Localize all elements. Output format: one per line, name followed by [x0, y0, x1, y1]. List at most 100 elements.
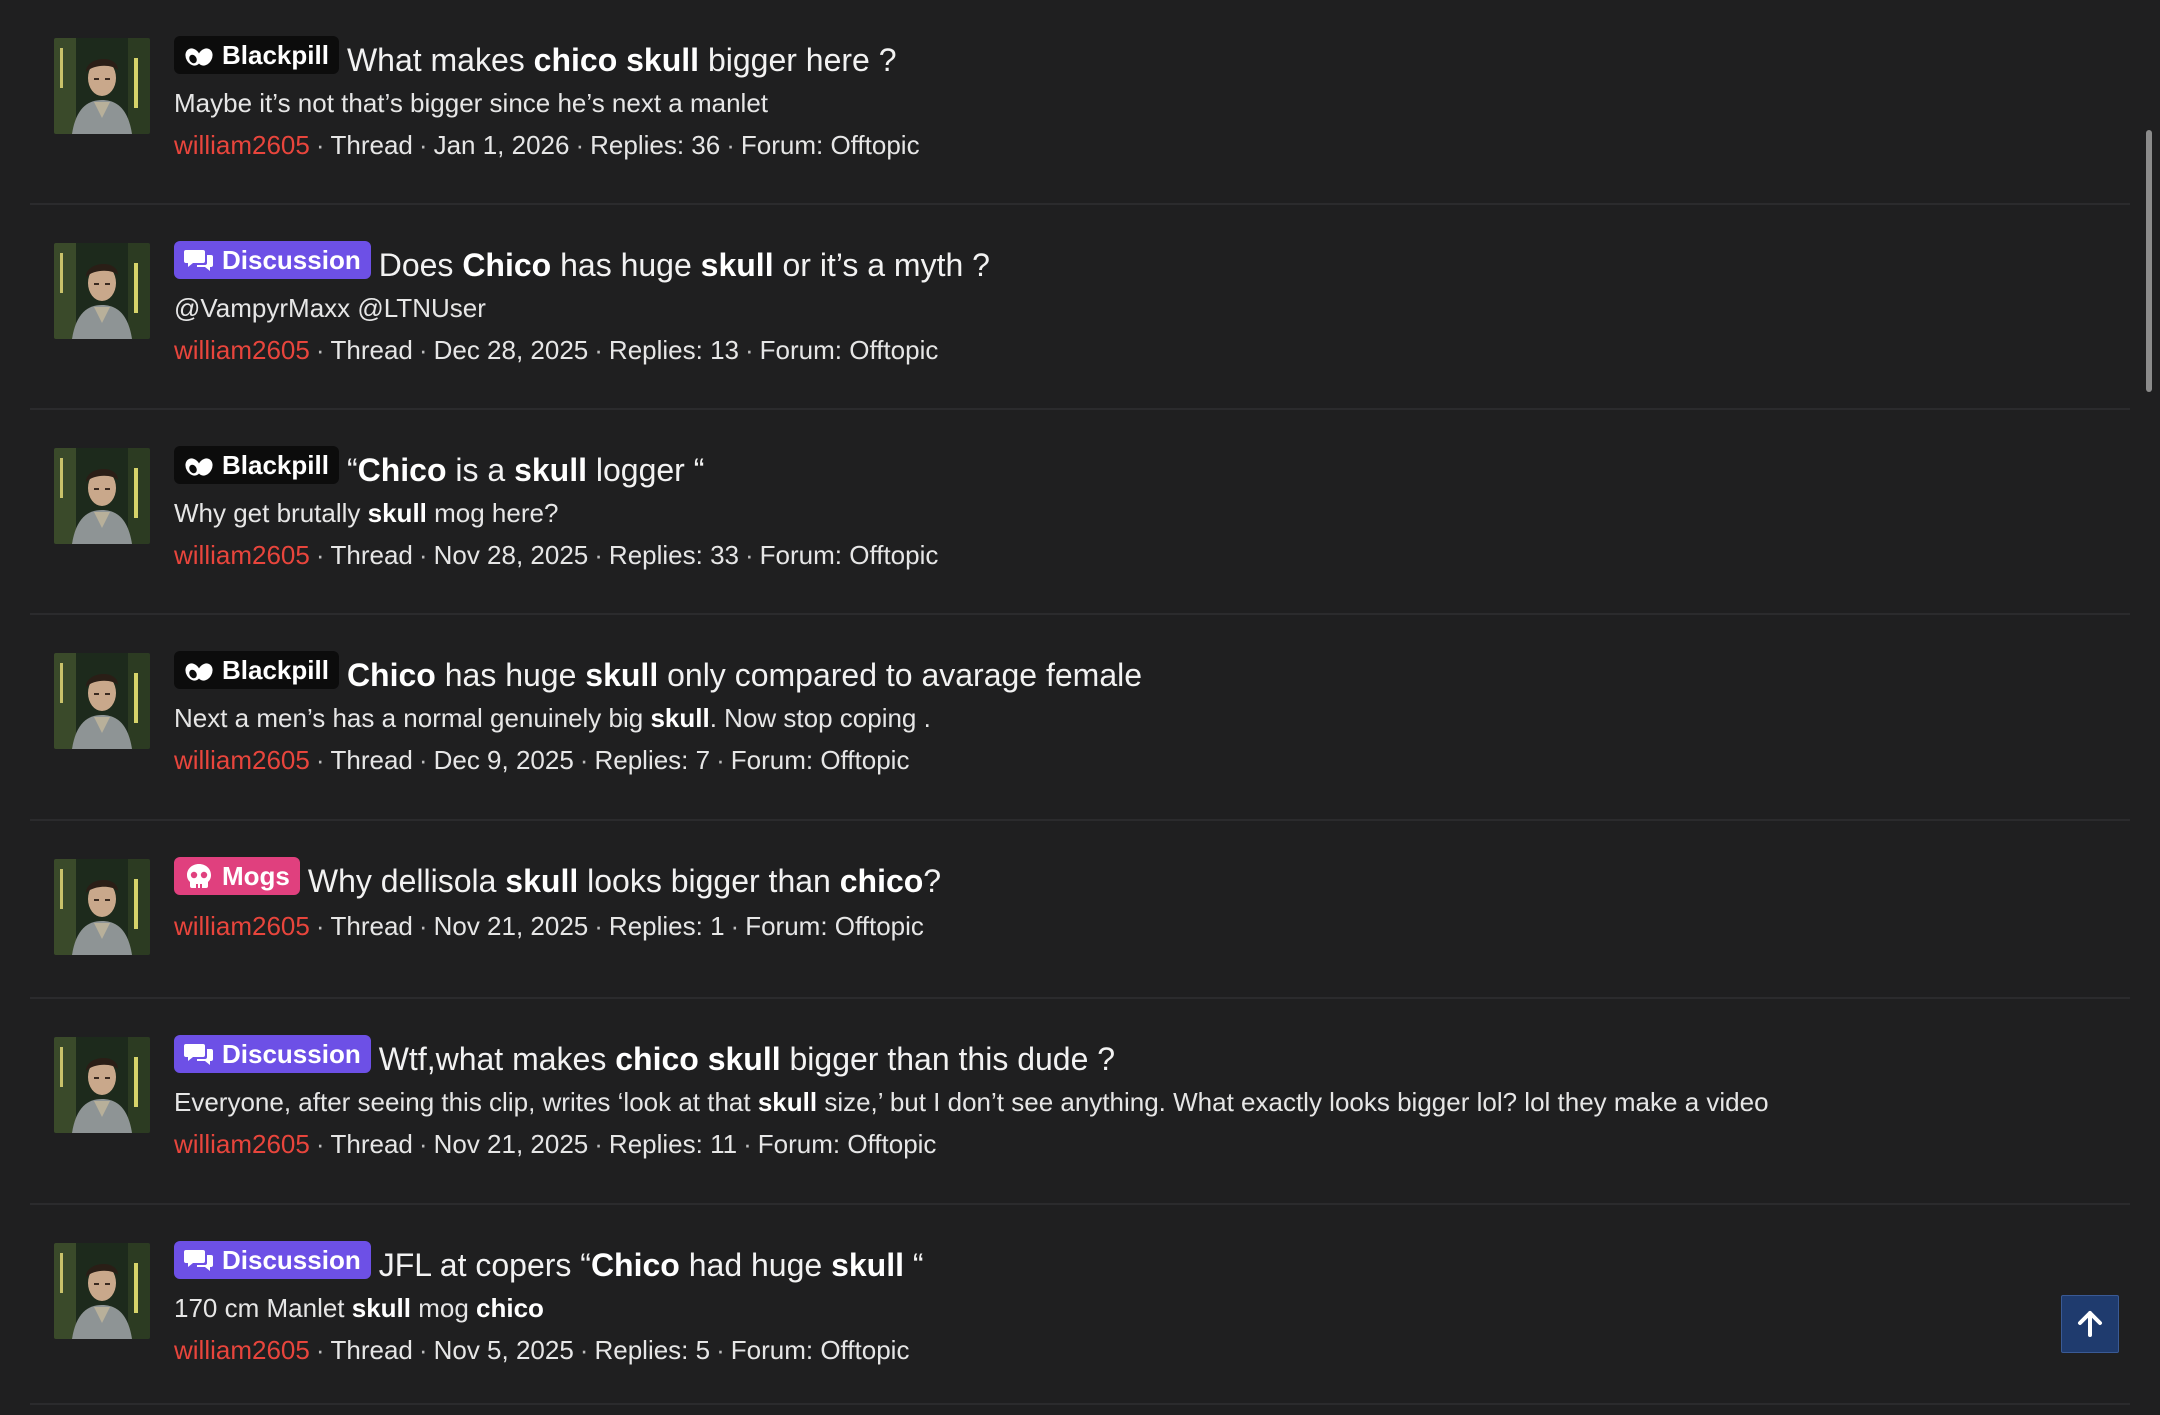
forum-link[interactable]: Forum: Offtopic [741, 130, 920, 160]
forum-link[interactable]: Forum: Offtopic [760, 540, 939, 570]
avatar[interactable] [54, 1243, 150, 1339]
scrollbar-thumb[interactable] [2146, 130, 2152, 392]
avatar[interactable] [54, 448, 150, 544]
result-meta: william2605 · Thread · Nov 21, 2025 · Replies:… [174, 1126, 2130, 1162]
meta-separator: · [594, 540, 603, 570]
title-text: Wtf,what makes [378, 1041, 616, 1077]
chat-icon [184, 1041, 214, 1067]
title-text: has huge [435, 657, 586, 693]
content-type: Thread [330, 540, 413, 570]
post-date: Nov 21, 2025 [433, 911, 589, 941]
chat-icon [184, 247, 214, 273]
meta-separator: · [418, 911, 428, 941]
search-result-item[interactable]: Blackpill “Chico is a skull logger “ Why g… [30, 410, 2130, 615]
post-date: Nov 28, 2025 [433, 540, 589, 570]
avatar[interactable] [54, 38, 150, 134]
snippet-text: Everyone, after seeing this clip, writes… [174, 1087, 758, 1117]
result-meta: william2605 · Thread · Nov 21, 2025 · Replies:… [174, 908, 2130, 944]
username-link[interactable]: william2605 [174, 1129, 310, 1159]
reply-count: Replies: 7 [594, 745, 711, 775]
title-text: bigger here ? [699, 42, 897, 78]
search-results-list: Blackpill What makes chico skull bigger h… [30, 0, 2130, 1405]
meta-separator: · [418, 745, 428, 775]
content-type: Thread [330, 1335, 413, 1365]
highlighted-term: skull [700, 247, 774, 283]
meta-separator: · [315, 130, 325, 160]
snippet-text: 170 cm Manlet [174, 1293, 352, 1323]
forum-link[interactable]: Forum: Offtopic [758, 1129, 937, 1159]
post-date: Nov 21, 2025 [433, 1129, 589, 1159]
forum-link[interactable]: Forum: Offtopic [731, 745, 910, 775]
arrow-up-icon [2078, 1311, 2102, 1337]
meta-separator: · [315, 745, 325, 775]
title-text: Does [378, 247, 463, 283]
prefix-badge-discussion[interactable]: Discussion [174, 241, 371, 279]
thread-title[interactable]: Discussion Wtf,what makes chico skull big… [174, 1035, 2130, 1080]
prefix-badge-label: Blackpill [222, 655, 329, 685]
prefix-badge-blackpill[interactable]: Blackpill [174, 36, 339, 74]
thread-title[interactable]: Blackpill Chico has huge skull only compa… [174, 651, 2130, 696]
avatar[interactable] [54, 243, 150, 339]
search-result-item[interactable]: Discussion Does Chico has huge skull or i… [30, 205, 2130, 410]
prefix-badge-blackpill[interactable]: Blackpill [174, 651, 339, 689]
search-result-item[interactable]: Discussion Wtf,what makes chico skull big… [30, 999, 2130, 1205]
prefix-badge-label: Discussion [222, 1245, 361, 1275]
highlighted-term: skull [351, 1293, 411, 1323]
username-link[interactable]: william2605 [174, 911, 310, 941]
title-text: logger “ [586, 452, 705, 488]
username-link[interactable]: william2605 [174, 335, 310, 365]
search-result-item[interactable]: Blackpill Chico has huge skull only compa… [30, 615, 2130, 821]
prefix-badge-label: Blackpill [222, 450, 329, 480]
highlighted-term: Chico [357, 452, 447, 488]
avatar[interactable] [54, 653, 150, 749]
thread-title[interactable]: Discussion JFL at copers “Chico had huge … [174, 1241, 2130, 1286]
meta-separator: · [575, 130, 585, 160]
username-link[interactable]: william2605 [174, 745, 310, 775]
forum-link[interactable]: Forum: Offtopic [731, 1335, 910, 1365]
highlighted-term: skull [650, 703, 710, 733]
post-date: Dec 28, 2025 [433, 335, 589, 365]
title-text: only compared to avarage female [658, 657, 1143, 693]
thread-title[interactable]: Discussion Does Chico has huge skull or i… [174, 241, 2130, 286]
snippet-text: . Now stop coping . [709, 703, 931, 733]
prefix-badge-label: Blackpill [222, 40, 329, 70]
avatar[interactable] [54, 859, 150, 955]
chat-icon [184, 1247, 214, 1273]
prefix-badge-mogs[interactable]: Mogs [174, 857, 300, 895]
search-result-item[interactable]: Discussion JFL at copers “Chico had huge … [30, 1205, 2130, 1405]
meta-separator: · [418, 1335, 428, 1365]
meta-separator: · [745, 335, 754, 365]
username-link[interactable]: william2605 [174, 540, 310, 570]
highlighted-term: skull [505, 863, 579, 899]
prefix-badge-discussion[interactable]: Discussion [174, 1035, 371, 1073]
meta-separator: · [579, 1335, 589, 1365]
title-text: looks bigger than [578, 863, 840, 899]
post-date: Nov 5, 2025 [433, 1335, 574, 1365]
thread-title[interactable]: Blackpill What makes chico skull bigger h… [174, 36, 2130, 81]
meta-separator: · [594, 911, 603, 941]
prefix-badge-blackpill[interactable]: Blackpill [174, 446, 339, 484]
meta-separator: · [418, 335, 428, 365]
snippet-text: mog [411, 1293, 477, 1323]
meta-separator: · [579, 745, 589, 775]
title-text [617, 42, 626, 78]
username-link[interactable]: william2605 [174, 1335, 310, 1365]
back-to-top-button[interactable] [2061, 1295, 2119, 1353]
username-link[interactable]: william2605 [174, 130, 310, 160]
search-result-item[interactable]: Blackpill What makes chico skull bigger h… [30, 0, 2130, 205]
highlighted-term: Chico [346, 657, 436, 693]
thread-title[interactable]: Mogs Why dellisola skull looks bigger tha… [174, 857, 2130, 902]
reply-count: Replies: 33 [608, 540, 739, 570]
snippet-text: mog here? [426, 498, 559, 528]
highlighted-term: Chico [462, 247, 552, 283]
meta-separator: · [745, 540, 754, 570]
thread-title[interactable]: Blackpill “Chico is a skull logger “ [174, 446, 2130, 491]
avatar[interactable] [54, 1037, 150, 1133]
prefix-badge-discussion[interactable]: Discussion [174, 1241, 371, 1279]
highlighted-term: chico [839, 863, 924, 899]
meta-separator: · [730, 911, 740, 941]
forum-link[interactable]: Forum: Offtopic [745, 911, 924, 941]
search-result-item[interactable]: Mogs Why dellisola skull looks bigger tha… [30, 821, 2130, 999]
forum-link[interactable]: Forum: Offtopic [760, 335, 939, 365]
meta-separator: · [418, 540, 428, 570]
